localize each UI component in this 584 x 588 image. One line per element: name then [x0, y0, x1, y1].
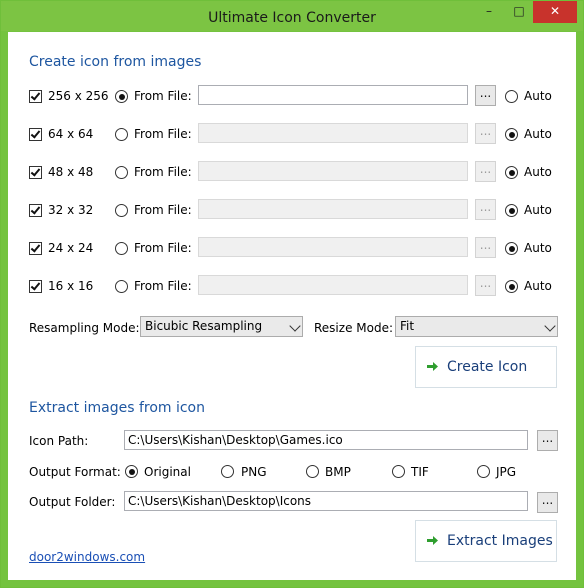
arrow-right-icon	[427, 536, 438, 545]
arrow-right-icon	[427, 362, 438, 371]
auto-radio-64[interactable]	[505, 128, 518, 141]
auto-label: Auto	[524, 127, 552, 141]
size-label: 16 x 16	[48, 279, 94, 293]
size-checkbox-32[interactable]	[29, 204, 42, 217]
output-folder-browse-button[interactable]: ...	[537, 492, 558, 513]
maximize-button[interactable]: □	[507, 1, 531, 23]
app-window: Ultimate Icon Converter – □ ✕ Create ico…	[0, 0, 584, 588]
size-label: 24 x 24	[48, 241, 94, 255]
size-checkbox-24[interactable]	[29, 242, 42, 255]
create-icon-label: Create Icon	[447, 359, 528, 375]
file-path-input-32[interactable]	[198, 199, 468, 219]
format-radio-jpg[interactable]	[477, 465, 490, 478]
icon-path-browse-button[interactable]: ...	[537, 430, 558, 451]
from-file-radio-256[interactable]	[115, 90, 128, 103]
from-file-radio-16[interactable]	[115, 280, 128, 293]
from-file-label: From File:	[134, 279, 192, 293]
resampling-mode-select[interactable]: Bicubic Resampling	[140, 316, 303, 337]
client-area: Create icon from images 256 x 256 From F…	[8, 32, 576, 580]
auto-label: Auto	[524, 241, 552, 255]
file-path-input-64[interactable]	[198, 123, 468, 143]
create-icon-button[interactable]: Create Icon	[415, 346, 557, 388]
size-label: 64 x 64	[48, 127, 94, 141]
browse-button-16[interactable]: ...	[475, 275, 496, 296]
from-file-label: From File:	[134, 241, 192, 255]
website-link[interactable]: door2windows.com	[29, 550, 145, 564]
size-checkbox-48[interactable]	[29, 166, 42, 179]
from-file-label: From File:	[134, 89, 192, 103]
format-label-original: Original	[144, 465, 191, 479]
format-label-jpg: JPG	[496, 465, 517, 479]
auto-radio-16[interactable]	[505, 280, 518, 293]
minimize-button[interactable]: –	[477, 1, 501, 23]
file-path-input-256[interactable]	[198, 85, 468, 105]
size-checkbox-16[interactable]	[29, 280, 42, 293]
file-path-input-16[interactable]	[198, 275, 468, 295]
format-radio-png[interactable]	[221, 465, 234, 478]
resampling-mode-value: Bicubic Resampling	[145, 319, 263, 333]
browse-button-24[interactable]: ...	[475, 237, 496, 258]
size-label: 256 x 256	[48, 89, 109, 103]
format-radio-original[interactable]	[125, 465, 138, 478]
create-section-title: Create icon from images	[29, 54, 202, 70]
from-file-radio-64[interactable]	[115, 128, 128, 141]
output-folder-input[interactable]: C:\Users\Kishan\Desktop\Icons	[124, 491, 528, 511]
auto-radio-48[interactable]	[505, 166, 518, 179]
from-file-label: From File:	[134, 127, 192, 141]
format-label-png: PNG	[241, 465, 267, 479]
auto-radio-256[interactable]	[505, 90, 518, 103]
resize-mode-value: Fit	[400, 319, 415, 333]
from-file-radio-24[interactable]	[115, 242, 128, 255]
size-label: 48 x 48	[48, 165, 94, 179]
size-checkbox-256[interactable]	[29, 90, 42, 103]
chevron-down-icon	[544, 320, 556, 332]
format-label-tif: TIF	[411, 465, 429, 479]
auto-radio-24[interactable]	[505, 242, 518, 255]
auto-radio-32[interactable]	[505, 204, 518, 217]
resize-mode-select[interactable]: Fit	[395, 316, 558, 337]
resampling-mode-label: Resampling Mode:	[29, 321, 140, 335]
icon-path-label: Icon Path:	[29, 434, 89, 448]
resize-mode-label: Resize Mode:	[314, 321, 394, 335]
size-checkbox-64[interactable]	[29, 128, 42, 141]
auto-label: Auto	[524, 89, 552, 103]
browse-button-64[interactable]: ...	[475, 123, 496, 144]
output-folder-label: Output Folder:	[29, 495, 116, 509]
from-file-label: From File:	[134, 203, 192, 217]
icon-path-input[interactable]: C:\Users\Kishan\Desktop\Games.ico	[124, 430, 528, 450]
file-path-input-24[interactable]	[198, 237, 468, 257]
browse-button-48[interactable]: ...	[475, 161, 496, 182]
browse-button-32[interactable]: ...	[475, 199, 496, 220]
chevron-down-icon	[289, 320, 301, 332]
extract-images-label: Extract Images	[447, 533, 553, 549]
browse-button-256[interactable]: ...	[475, 85, 496, 106]
title-bar[interactable]: Ultimate Icon Converter – □ ✕	[1, 1, 583, 31]
auto-label: Auto	[524, 279, 552, 293]
auto-label: Auto	[524, 203, 552, 217]
from-file-radio-48[interactable]	[115, 166, 128, 179]
file-path-input-48[interactable]	[198, 161, 468, 181]
format-radio-bmp[interactable]	[306, 465, 319, 478]
output-format-label: Output Format:	[29, 465, 121, 479]
from-file-radio-32[interactable]	[115, 204, 128, 217]
format-radio-tif[interactable]	[392, 465, 405, 478]
from-file-label: From File:	[134, 165, 192, 179]
size-label: 32 x 32	[48, 203, 94, 217]
extract-section-title: Extract images from icon	[29, 400, 205, 416]
close-button[interactable]: ✕	[533, 1, 577, 23]
extract-images-button[interactable]: Extract Images	[415, 520, 557, 562]
format-label-bmp: BMP	[325, 465, 351, 479]
auto-label: Auto	[524, 165, 552, 179]
